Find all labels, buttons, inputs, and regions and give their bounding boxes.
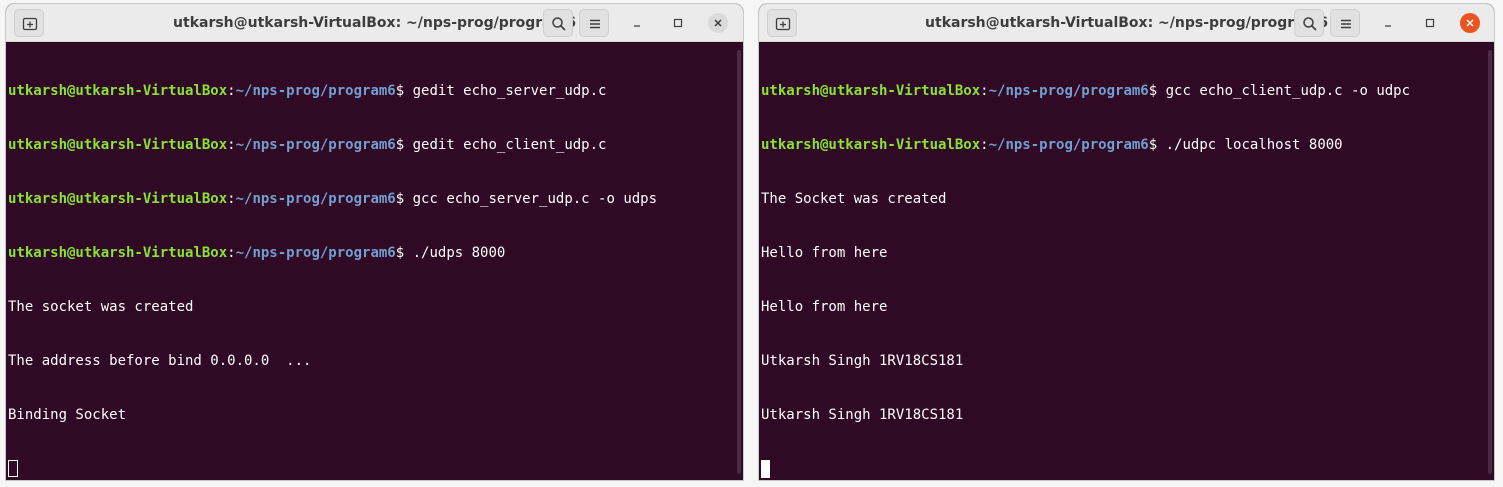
- new-tab-button[interactable]: [14, 9, 44, 37]
- output-line: Hello from here: [761, 299, 888, 315]
- search-button[interactable]: [1294, 9, 1324, 37]
- minimize-button[interactable]: [627, 13, 647, 33]
- maximize-button[interactable]: [668, 13, 688, 33]
- minimize-button[interactable]: [1378, 13, 1398, 33]
- output-line: The socket was created: [8, 299, 194, 315]
- scrollbar[interactable]: [737, 50, 741, 474]
- titlebar[interactable]: utkarsh@utkarsh-VirtualBox: ~/nps-prog/p…: [6, 4, 743, 42]
- menu-button[interactable]: [579, 9, 609, 37]
- output-line: Binding Socket: [8, 407, 127, 423]
- new-tab-icon: [775, 17, 791, 31]
- terminal-window-client[interactable]: utkarsh@utkarsh-VirtualBox: ~/nps-prog/p…: [759, 4, 1494, 480]
- prompt-line: utkarsh@utkarsh-VirtualBox:~/nps-prog/pr…: [8, 137, 607, 153]
- hamburger-menu-icon: [1341, 19, 1351, 29]
- new-tab-button[interactable]: [767, 9, 797, 37]
- close-icon: [714, 19, 722, 27]
- titlebar[interactable]: utkarsh@utkarsh-VirtualBox: ~/nps-prog/p…: [759, 4, 1494, 42]
- output-line: The Socket was created: [761, 191, 947, 207]
- terminal-content[interactable]: utkarsh@utkarsh-VirtualBox:~/nps-prog/pr…: [759, 42, 1494, 480]
- output-line: Hello from here: [761, 245, 888, 261]
- search-button[interactable]: [543, 9, 573, 37]
- minimize-icon: [1385, 25, 1391, 27]
- maximize-button[interactable]: [1420, 13, 1440, 33]
- scrollbar[interactable]: [1488, 50, 1492, 474]
- terminal-cursor: [761, 460, 770, 478]
- terminal-content[interactable]: utkarsh@utkarsh-VirtualBox:~/nps-prog/pr…: [6, 42, 743, 480]
- search-icon: [1303, 17, 1317, 31]
- prompt-line: utkarsh@utkarsh-VirtualBox:~/nps-prog/pr…: [8, 245, 506, 261]
- close-button[interactable]: [1460, 13, 1480, 33]
- new-tab-icon: [22, 17, 38, 31]
- prompt-line: utkarsh@utkarsh-VirtualBox:~/nps-prog/pr…: [8, 191, 658, 207]
- hamburger-menu-icon: [590, 19, 600, 29]
- prompt-line: utkarsh@utkarsh-VirtualBox:~/nps-prog/pr…: [761, 83, 1411, 99]
- close-icon: [1466, 19, 1474, 27]
- maximize-icon: [1425, 18, 1435, 28]
- prompt-line: utkarsh@utkarsh-VirtualBox:~/nps-prog/pr…: [8, 83, 607, 99]
- maximize-icon: [673, 18, 683, 28]
- terminal-cursor: [8, 460, 18, 477]
- output-line: Utkarsh Singh 1RV18CS181: [761, 407, 964, 423]
- output-line: Utkarsh Singh 1RV18CS181: [761, 353, 964, 369]
- search-icon: [552, 17, 566, 31]
- terminal-window-server[interactable]: utkarsh@utkarsh-VirtualBox: ~/nps-prog/p…: [6, 4, 743, 480]
- output-line: The address before bind 0.0.0.0 ...: [8, 353, 312, 369]
- minimize-icon: [634, 25, 640, 27]
- close-button[interactable]: [708, 13, 728, 33]
- prompt-line: utkarsh@utkarsh-VirtualBox:~/nps-prog/pr…: [761, 137, 1343, 153]
- menu-button[interactable]: [1330, 9, 1360, 37]
